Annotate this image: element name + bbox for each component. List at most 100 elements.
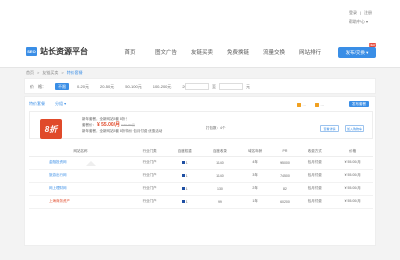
site-name-link[interactable]: 上海商务资产 (29, 195, 133, 209)
breadcrumb-home[interactable]: 首页 (26, 70, 34, 76)
tab-special-package[interactable]: 特价套餐 (29, 101, 45, 107)
price-unit: 元 (246, 84, 250, 89)
weight-cell: 1 (167, 182, 203, 196)
age-cell: 4年 (237, 156, 273, 170)
index-cell: 1140 (202, 156, 238, 170)
price-cell: ¥ 55.00/月 (332, 156, 373, 170)
baidu-weight-icon (181, 187, 185, 191)
weight-cell: 1 (167, 156, 203, 170)
industry-cell: 行业门户 (132, 169, 168, 183)
package-card: 8折 新年套餐，全新网站5套 8折！ 套餐价： ¥ 55.00/月 ¥ 69.0… (29, 111, 373, 139)
pr-cell: ¥5000 (272, 156, 298, 170)
package-site-table: 网站名称 行业门类 百度权重 百度收录 域名年龄 PR 收费方式 价格 金融投资… (29, 147, 373, 209)
price-option-0-20[interactable]: 0-20元 (74, 83, 92, 90)
col-site-name: 网站名称 (29, 147, 133, 157)
main-nav: 首页 图文广告 友链买卖 免费换链 流量交换 网站排行 (112, 48, 328, 56)
site-logo[interactable]: SEO 站长资源平台 (26, 46, 88, 57)
price-option-any[interactable]: 不限 (55, 83, 69, 90)
price-option-20-50[interactable]: 20-50元 (97, 83, 117, 90)
nav-item-ads[interactable]: 图文广告 (148, 48, 184, 56)
col-payment: 收费方式 (297, 147, 333, 157)
baidu-weight-icon (181, 174, 185, 178)
payment-cell: 包月付费 (297, 182, 333, 196)
price-option-50-100[interactable]: 50-100元 (122, 83, 144, 90)
package-old-price: ¥ 69.00/月 (121, 123, 135, 127)
price-cell: ¥ 55.00/月 (332, 195, 373, 209)
breadcrumb-current: 特价套餐 (66, 70, 83, 75)
age-cell: 1年 (237, 195, 273, 209)
add-to-cart-button[interactable]: 加入购物车 (345, 125, 364, 132)
col-baidu-index: 百度收录 (202, 147, 238, 157)
login-link[interactable]: 登录 (349, 10, 357, 16)
breadcrumb: 首页 > 友链买卖 > 特价套餐 (26, 70, 83, 76)
baidu-weight-icon (181, 161, 185, 165)
package-tabs: 特价套餐 分组 ▾ (29, 101, 66, 107)
col-price: 价格 (332, 147, 373, 157)
nav-item-home[interactable]: 首页 (112, 48, 148, 56)
price-option-100-200[interactable]: 100-200元 (150, 83, 175, 90)
help-center-link[interactable]: 帮助中心 ▾ (349, 19, 368, 25)
site-name-link[interactable]: 金融投资网 (29, 156, 133, 170)
industry-cell: 行业门户 (132, 182, 168, 196)
price-cell: ¥ 55.00/月 (332, 182, 373, 196)
baidu-weight-icon (181, 200, 185, 204)
price-min-input[interactable] (185, 83, 209, 90)
table-row: 旅游出行网 行业门户 1 1140 3年 74500 包月付费 ¥ 55.00/… (29, 169, 373, 183)
col-baidu-weight: 百度权重 (167, 147, 203, 157)
index-cell: 99 (202, 195, 238, 209)
package-panel: 特价套餐 分组 ▾ ... ... 发布套餐 8折 新年套餐，全新网站5套 8折… (24, 96, 376, 246)
option-check-2[interactable]: ... (315, 102, 324, 107)
col-industry: 行业门类 (132, 147, 168, 157)
price-filter-options: 不限 0-20元 20-50元 50-100元 100-200元 200-500… (55, 83, 204, 90)
table-header-row: 网站名称 行业门类 百度权重 百度收录 域名年龄 PR 收费方式 价格 (29, 147, 373, 157)
view-details-button[interactable]: 查看详情 (320, 125, 339, 132)
option-check-1[interactable]: ... (297, 102, 306, 107)
price-range-separator: 至 (212, 84, 216, 89)
publish-button[interactable]: 发布/交换 ▾ (338, 47, 376, 58)
checkbox-icon (315, 102, 319, 107)
price-max-input[interactable] (219, 83, 243, 90)
price-filter-label: 价 格： (30, 84, 46, 89)
pr-cell: 82 (272, 182, 298, 196)
package-info: 新年套餐，全新网站5套 8折！ 套餐价： ¥ 55.00/月 ¥ 69.00/月… (82, 116, 162, 134)
price-filter: 价 格： 不限 0-20元 20-50元 50-100元 100-200元 20… (24, 78, 376, 94)
weight-cell: 1 (167, 195, 203, 209)
payment-cell: 包月付费 (297, 156, 333, 170)
payment-cell: 包月付费 (297, 169, 333, 183)
col-pr: PR (272, 147, 298, 157)
price-cell: ¥ 55.00/月 (332, 169, 373, 183)
col-domain-age: 域名年龄 (237, 147, 273, 157)
breadcrumb-link-trade[interactable]: 友链买卖 (42, 70, 58, 76)
table-row: 网上理财网 行业门户 1 130 2年 82 包月付费 ¥ 55.00/月 (29, 182, 373, 196)
nav-item-traffic-exchange[interactable]: 流量交换 (256, 48, 292, 56)
index-cell: 130 (202, 182, 238, 196)
package-note: 新年套餐，全新网站5套 8折特价 包月付费 优惠活动 (82, 129, 163, 133)
payment-cell: 包月付费 (297, 195, 333, 209)
tab-group[interactable]: 分组 ▾ (55, 101, 66, 107)
pr-cell: 60200 (272, 195, 298, 209)
age-cell: 3年 (237, 169, 273, 183)
site-name-link[interactable]: 网上理财网 (29, 182, 133, 196)
register-link[interactable]: 注册 (364, 10, 372, 16)
logo-text: 站长资源平台 (40, 47, 88, 56)
table-row: 金融投资网 行业门户 1 1140 4年 ¥5000 包月付费 ¥ 55.00/… (29, 156, 373, 170)
site-name-link[interactable]: 旅游出行网 (29, 169, 133, 183)
checkbox-icon (297, 102, 301, 107)
index-cell: 1140 (202, 169, 238, 183)
package-price-label: 套餐价： (82, 123, 96, 127)
nav-item-free-exchange[interactable]: 免费换链 (220, 48, 256, 56)
table-row: 上海商务资产 行业门户 1 99 1年 60200 包月付费 ¥ 55.00/月 (29, 195, 373, 209)
top-bar (0, 0, 400, 40)
industry-cell: 行业门户 (132, 156, 168, 170)
top-links: 登录 | 注册 (348, 10, 372, 16)
discount-badge: 8折 (40, 119, 62, 139)
logo-mark: SEO (26, 47, 37, 56)
pr-cell: 74500 (272, 169, 298, 183)
package-count: 打包数：4个 (206, 126, 226, 130)
new-badge: NEW (369, 43, 376, 47)
industry-cell: 行业门户 (132, 195, 168, 209)
nav-item-link-trade[interactable]: 友链买卖 (184, 48, 220, 56)
nav-item-ranking[interactable]: 网站排行 (292, 48, 328, 56)
publish-package-button[interactable]: 发布套餐 (349, 101, 369, 107)
weight-cell: 1 (167, 169, 203, 183)
